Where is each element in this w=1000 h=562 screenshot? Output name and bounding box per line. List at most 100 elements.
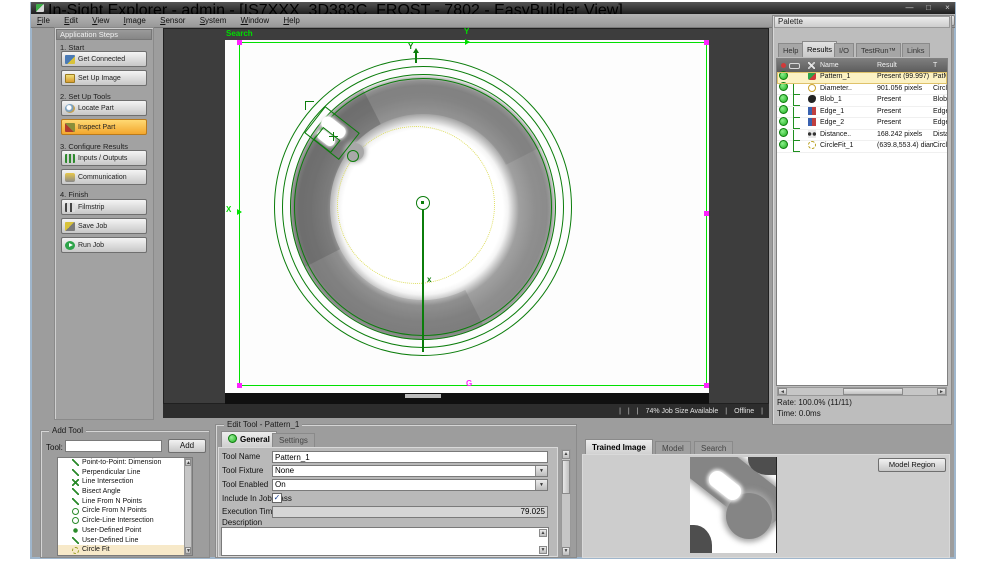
pattern-tool-icon [808,72,816,80]
menu-file[interactable]: File [31,14,56,27]
line-n-points-icon [72,498,79,505]
menu-help[interactable]: Help [277,14,305,27]
scroll-up-icon[interactable]: ▲ [185,459,191,466]
tab-settings[interactable]: Settings [272,433,315,447]
results-table: Name Result T Pattern_1 Present (99.997)… [776,58,948,386]
time-status: Time: 0.0ms [777,409,821,418]
list-item[interactable]: Bisect Angle [58,487,192,497]
description-textarea[interactable]: ▲ ▼ [221,527,549,556]
list-item-selected[interactable]: Circle Fit [58,545,192,555]
table-row[interactable]: Pattern_1 Present (99.997) PatMa... [777,72,947,84]
circle-center-marker[interactable] [416,196,430,210]
menu-image[interactable]: Image [118,14,152,27]
top-axis-y-label: Y [464,27,469,36]
scroll-thumb[interactable] [843,388,903,395]
search-handle-rightmid[interactable] [704,211,709,216]
tool-x-label: x [427,275,431,284]
scroll-left-icon[interactable]: ◄ [778,388,787,395]
column-name[interactable]: Name [820,59,877,72]
button-label: Get Connected [78,56,125,63]
rate-status: Rate: 100.0% (11/11) [777,398,852,407]
search-handle-topright[interactable] [704,40,709,45]
list-item[interactable]: Circle-Line Intersection [58,516,192,526]
tab-model[interactable]: Model [655,441,691,455]
menu-sensor[interactable]: Sensor [154,14,191,27]
table-row[interactable]: Blob_1 Present Blob [777,95,947,107]
tab-search[interactable]: Search [694,441,733,455]
edit-tool-scrollbar[interactable]: ▲ ▼ [561,449,571,557]
table-row[interactable]: Distance.. 168.242 pixels Distan... [777,130,947,142]
column-result[interactable]: Result [877,59,933,72]
menu-window[interactable]: Window [235,14,275,27]
tool-list-scrollbar[interactable]: ▲ ▼ [184,458,192,555]
tab-help[interactable]: Help [778,43,803,57]
run-job-icon [65,241,75,250]
tab-results[interactable]: Results [802,41,837,57]
tree-connector [793,107,800,118]
run-job-button[interactable]: Run Job [61,237,147,253]
scroll-up-icon[interactable]: ▲ [562,450,570,459]
search-handle-bottomright[interactable] [704,383,709,388]
menu-edit[interactable]: Edit [58,14,84,27]
search-handle-topleft[interactable] [237,40,242,45]
include-in-job-pass-checkbox[interactable]: ✓ [272,493,282,503]
inspect-part-button[interactable]: Inspect Part [61,119,147,135]
tab-trained-image[interactable]: Trained Image [585,439,653,455]
minimize-icon[interactable]: — [903,3,916,12]
search-handle-bottomleft[interactable] [237,383,242,388]
left-axis-x-label: X [226,205,231,214]
tab-testrun[interactable]: TestRun™ [856,43,901,57]
list-item[interactable]: Circle From N Points [58,506,192,516]
list-item[interactable]: Point-to-Point: Dimension [58,458,192,468]
inputs-outputs-button[interactable]: Inputs / Outputs [61,150,147,166]
chevron-down-icon[interactable]: ▼ [535,466,547,476]
tool-label: Tool: [46,443,63,452]
status-separator: | [637,408,639,415]
column-type[interactable]: T [933,59,947,72]
add-button[interactable]: Add [168,439,206,453]
table-row[interactable]: Edge_1 Present Edge [777,107,947,119]
communication-button[interactable]: Communication [61,169,147,185]
chevron-down-icon[interactable]: ▼ [535,480,547,490]
model-region-button[interactable]: Model Region [878,458,946,472]
tool-enabled-select[interactable]: On▼ [272,479,548,491]
palette-horizontal-scrollbar[interactable]: ◄ ► [777,387,947,396]
scroll-up-icon[interactable]: ▲ [539,529,547,537]
list-item[interactable]: Perpendicular Line [58,468,192,478]
pass-status-icon [228,434,237,443]
scroll-down-icon[interactable]: ▼ [185,547,191,554]
tool-fixture-select[interactable]: None▼ [272,465,548,477]
list-item[interactable]: User-Defined Line [58,536,192,546]
edge-tool-icon [808,107,816,115]
close-icon[interactable]: × [941,3,954,12]
search-region[interactable] [239,42,707,386]
save-job-button[interactable]: Save Job [61,218,147,234]
image-bottom-strip [225,393,709,404]
menu-view[interactable]: View [86,14,115,27]
table-row[interactable]: Diameter.. 901.056 pixels Circle [777,84,947,96]
list-item[interactable]: Line From N Points [58,497,192,507]
filmstrip-button[interactable]: Filmstrip [61,199,147,215]
rotation-handle[interactable]: G [466,379,472,388]
scroll-down-icon[interactable]: ▼ [562,547,570,556]
table-row[interactable]: Edge_2 Present Edge [777,118,947,130]
tab-links[interactable]: Links [902,43,930,57]
button-label: Filmstrip [78,204,104,211]
tab-io[interactable]: I/O [834,43,854,57]
tab-general[interactable]: General [221,431,277,447]
table-row[interactable]: CircleFit_1 (639.8,553.4) diamete... Cir… [777,141,947,153]
restore-icon[interactable]: □ [922,3,935,12]
locate-part-button[interactable]: Locate Part [61,100,147,116]
tool-name-input[interactable] [272,451,548,463]
set-up-image-button[interactable]: Set Up Image [61,70,147,86]
list-item[interactable]: Line Intersection [58,477,192,487]
scroll-thumb[interactable] [562,460,570,494]
scroll-down-icon[interactable]: ▼ [539,546,547,554]
menu-system[interactable]: System [194,14,233,27]
tool-search-input[interactable] [65,440,162,452]
get-connected-button[interactable]: Get Connected [61,51,147,67]
list-item[interactable]: User-Defined Point [58,526,192,536]
description-label: Description [222,518,262,527]
circle-n-points-icon [72,508,79,515]
scroll-right-icon[interactable]: ► [937,388,946,395]
